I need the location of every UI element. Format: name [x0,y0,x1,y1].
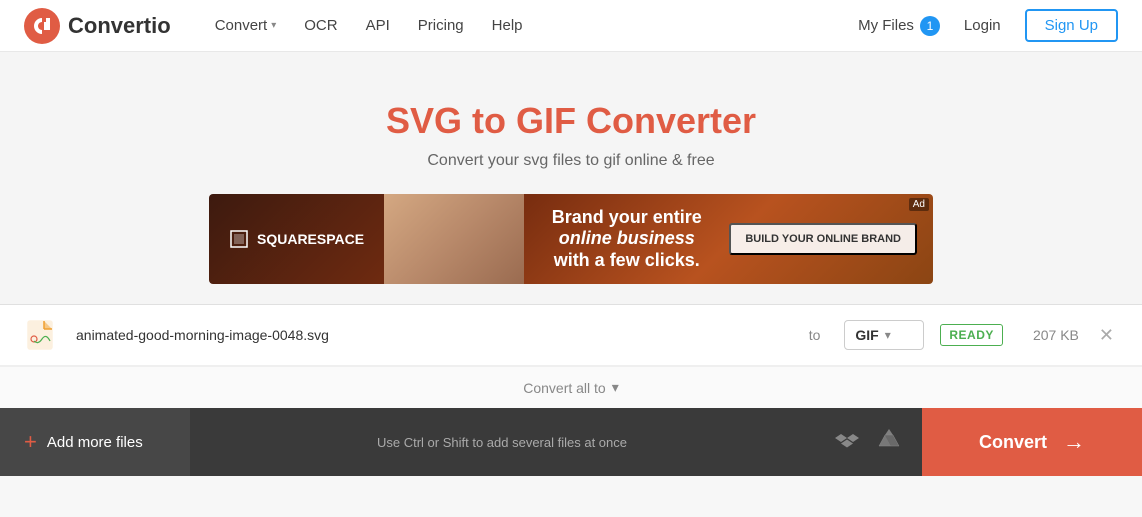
file-size: 207 KB [1019,327,1079,343]
plus-icon: + [24,431,37,453]
my-files-button[interactable]: My Files 1 [858,16,940,36]
format-select[interactable]: GIF ▾ [844,320,924,350]
format-select-value: GIF [855,327,878,343]
nav-help[interactable]: Help [480,11,535,40]
chevron-down-icon: ▾ [271,20,276,31]
nav-pricing[interactable]: Pricing [406,11,476,40]
convert-all-row: Convert all to ▾ [0,366,1142,408]
hero-section: SVG to GIF Converter Convert your svg fi… [0,52,1142,304]
file-to-label: to [809,327,821,343]
convert-button-label: Convert [979,432,1047,453]
ad-brand: SQUARESPACE [209,229,384,249]
svg-file-icon [26,319,58,351]
ad-brand-name: SQUARESPACE [257,231,364,247]
logo-link[interactable]: Convertio [24,8,171,44]
convert-button[interactable]: Convert → [922,408,1142,476]
file-type-icon [24,317,60,353]
drop-hint: Use Ctrl or Shift to add several files a… [190,435,814,450]
add-files-label: Add more files [47,434,143,451]
status-badge: READY [940,324,1003,346]
ad-image-graphic [384,194,524,284]
ad-cta-button[interactable]: BUILD YOUR ONLINE BRAND [729,223,917,255]
table-row: animated-good-morning-image-0048.svg to … [0,305,1142,366]
bottom-bar: + Add more files Use Ctrl or Shift to ad… [0,408,1142,476]
ad-banner: SQUARESPACE Brand your entire online bus… [209,194,933,284]
chevron-down-icon: ▾ [885,328,891,342]
header: Convertio Convert ▾ OCR API Pricing Help… [0,0,1142,52]
signup-button[interactable]: Sign Up [1025,9,1118,42]
nav-convert[interactable]: Convert ▾ [203,11,289,40]
ad-image [384,194,524,284]
nav-api[interactable]: API [354,11,402,40]
ad-badge: Ad [909,198,929,211]
ad-headline: Brand your entire online business with a… [544,207,709,272]
my-files-badge: 1 [920,16,940,36]
file-panel: animated-good-morning-image-0048.svg to … [0,304,1142,408]
logo-icon [24,8,60,44]
convert-all-button[interactable]: Convert all to ▾ [523,379,619,396]
ad-text: Brand your entire online business with a… [524,207,729,272]
add-more-files-button[interactable]: + Add more files [0,408,190,476]
remove-file-button[interactable]: ✕ [1095,322,1118,348]
header-right: My Files 1 Login Sign Up [858,9,1118,42]
file-name: animated-good-morning-image-0048.svg [76,327,785,343]
my-files-label: My Files [858,17,914,34]
squarespace-logo-icon [229,229,249,249]
login-button[interactable]: Login [956,11,1009,40]
google-drive-icon[interactable] [876,426,902,459]
cloud-storage-icons [814,426,922,459]
nav-ocr[interactable]: OCR [292,11,349,40]
dropbox-icon[interactable] [834,426,860,459]
arrow-right-icon: → [1063,429,1085,455]
chevron-down-icon: ▾ [612,379,619,396]
main-nav: Convert ▾ OCR API Pricing Help [203,11,858,40]
close-icon: ✕ [1099,325,1114,345]
page-title: SVG to GIF Converter [20,100,1122,142]
logo-text: Convertio [68,13,171,39]
convert-all-label: Convert all to [523,380,605,396]
hero-subtitle: Convert your svg files to gif online & f… [20,152,1122,170]
